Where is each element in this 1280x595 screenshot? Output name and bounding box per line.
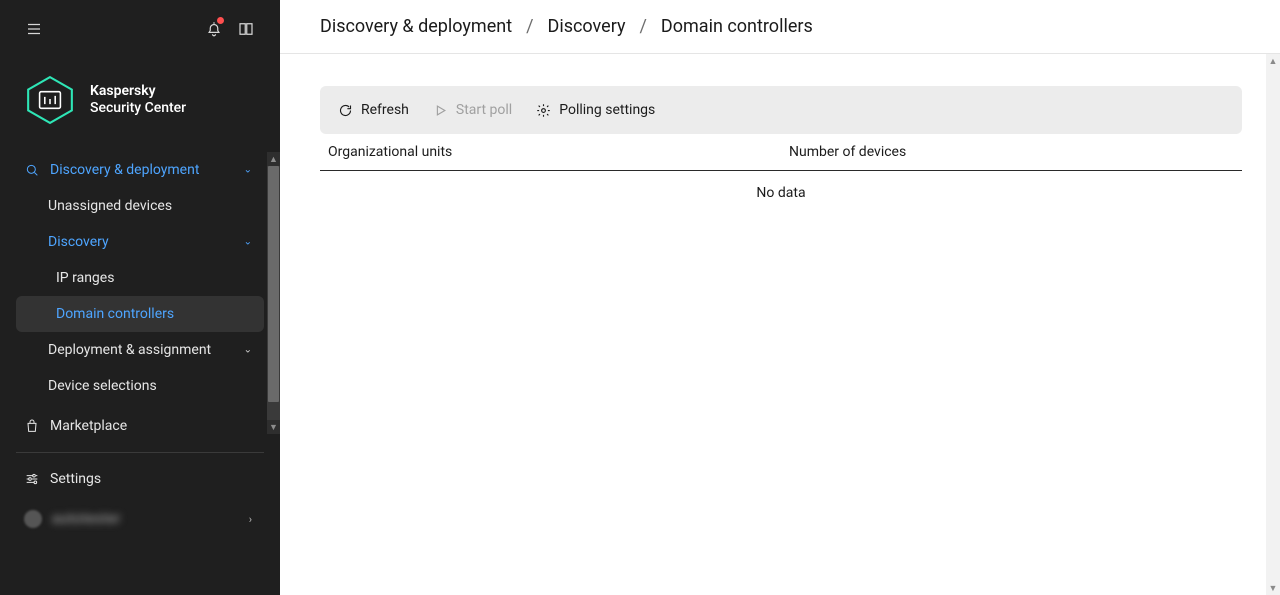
sidebar-item-label: Settings	[50, 471, 101, 487]
sidebar: Kaspersky Security Center Discovery & de…	[0, 0, 280, 595]
sidebar-item-label: Discovery	[48, 234, 109, 250]
brand-logo-icon	[24, 74, 76, 126]
refresh-label: Refresh	[361, 102, 409, 118]
sidebar-user-name: autotester	[52, 511, 121, 527]
main: Discovery & deployment / Discovery / Dom…	[280, 0, 1280, 595]
start-poll-button: Start poll	[433, 102, 512, 118]
sidebar-item-discovery-deployment[interactable]: Discovery & deployment ⌄	[0, 152, 280, 188]
sidebar-item-marketplace[interactable]: Marketplace	[0, 408, 280, 444]
sidebar-item-discovery[interactable]: Discovery ⌄	[0, 224, 280, 260]
chevron-right-icon: ›	[249, 513, 252, 526]
sidebar-nav: Discovery & deployment ⌄ Unassigned devi…	[0, 152, 280, 595]
sidebar-item-label: Deployment & assignment	[48, 342, 211, 358]
table-header-organizational-units[interactable]: Organizational units	[320, 134, 781, 171]
table-header-number-of-devices[interactable]: Number of devices	[781, 134, 1242, 171]
sidebar-user[interactable]: autotester ›	[0, 497, 280, 541]
scrollbar-thumb[interactable]	[268, 166, 279, 402]
sidebar-topbar	[0, 0, 280, 58]
gear-icon	[536, 103, 551, 118]
results-table: Organizational units Number of devices	[320, 134, 1242, 171]
scroll-up-icon[interactable]: ▲	[1269, 54, 1278, 68]
breadcrumb-separator: /	[639, 16, 646, 37]
breadcrumb-item-1[interactable]: Discovery	[548, 16, 626, 37]
hamburger-menu-icon[interactable]	[18, 13, 50, 45]
sidebar-scrollbar[interactable]: ▲ ▼	[267, 152, 280, 434]
sidebar-item-label: Device selections	[48, 378, 157, 394]
sidebar-item-label: Unassigned devices	[48, 198, 172, 214]
sidebar-item-label: Marketplace	[50, 418, 127, 434]
refresh-icon	[338, 103, 353, 118]
scroll-down-icon[interactable]: ▼	[267, 420, 280, 434]
sliders-icon	[24, 471, 40, 487]
nav-separator	[16, 452, 264, 453]
toolbar: Refresh Start poll Polling settings	[320, 86, 1242, 134]
search-icon	[24, 162, 40, 178]
brand-title: Kaspersky Security Center	[90, 83, 186, 118]
avatar-icon	[24, 510, 42, 528]
breadcrumb-separator: /	[526, 16, 533, 37]
breadcrumb: Discovery & deployment / Discovery / Dom…	[280, 0, 1280, 54]
scroll-down-icon[interactable]: ▼	[1269, 581, 1278, 595]
polling-settings-label: Polling settings	[559, 102, 655, 118]
sidebar-item-deployment-assignment[interactable]: Deployment & assignment ⌄	[0, 332, 280, 368]
sidebar-item-settings[interactable]: Settings	[0, 461, 280, 497]
sidebar-item-label: IP ranges	[56, 270, 114, 286]
book-icon[interactable]	[230, 13, 262, 45]
sidebar-item-label: Domain controllers	[56, 306, 174, 322]
refresh-button[interactable]: Refresh	[338, 102, 409, 118]
brand: Kaspersky Security Center	[0, 58, 280, 152]
sidebar-item-label: Discovery & deployment	[50, 162, 199, 178]
notifications-badge	[217, 17, 224, 24]
start-poll-label: Start poll	[456, 102, 512, 118]
chevron-down-icon: ⌄	[244, 237, 252, 248]
breadcrumb-item-0[interactable]: Discovery & deployment	[320, 16, 512, 37]
brand-title-line2: Security Center	[90, 100, 186, 118]
sidebar-item-unassigned-devices[interactable]: Unassigned devices	[0, 188, 280, 224]
scroll-up-icon[interactable]: ▲	[267, 152, 280, 166]
scrollbar-track[interactable]	[1266, 68, 1280, 581]
chevron-down-icon: ⌄	[244, 345, 252, 356]
table-empty-state: No data	[320, 171, 1242, 215]
brand-title-line1: Kaspersky	[90, 83, 186, 101]
sidebar-item-domain-controllers[interactable]: Domain controllers	[16, 296, 264, 332]
bag-icon	[24, 418, 40, 434]
chevron-down-icon: ⌄	[244, 165, 252, 176]
content-area: Refresh Start poll Polling settings Or	[280, 54, 1280, 595]
play-icon	[433, 103, 448, 118]
polling-settings-button[interactable]: Polling settings	[536, 102, 655, 118]
breadcrumb-item-2: Domain controllers	[661, 16, 813, 37]
notifications-icon[interactable]	[198, 13, 230, 45]
sidebar-item-device-selections[interactable]: Device selections	[0, 368, 280, 404]
sidebar-item-ip-ranges[interactable]: IP ranges	[0, 260, 280, 296]
content-scrollbar[interactable]: ▲ ▼	[1266, 54, 1280, 595]
